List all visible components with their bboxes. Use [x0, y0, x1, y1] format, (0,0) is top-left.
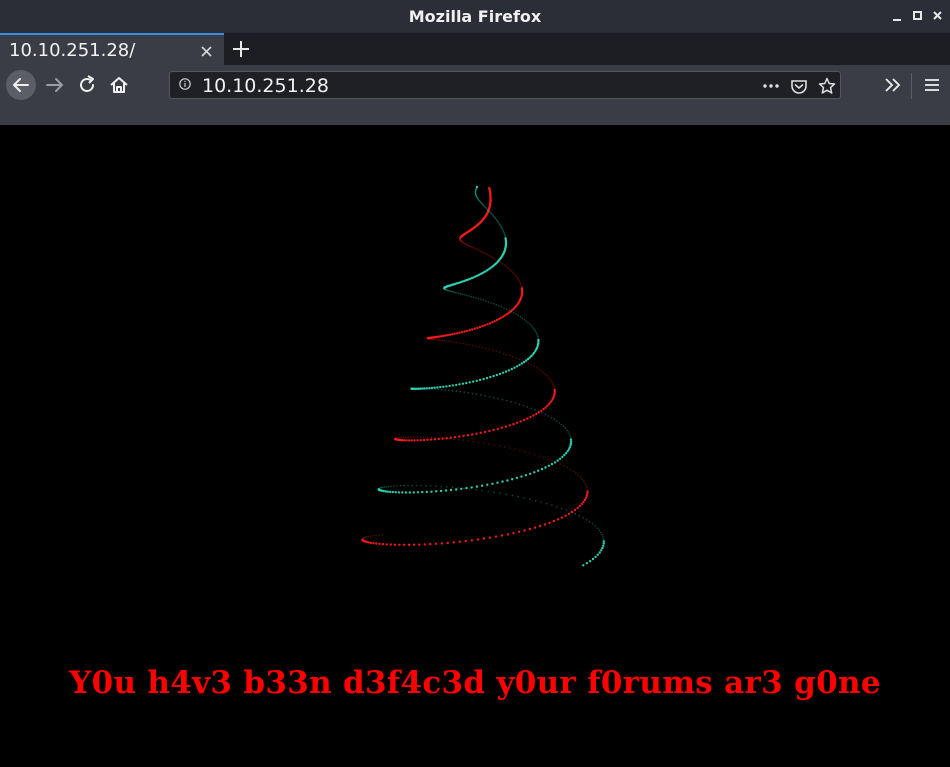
info-icon[interactable] [179, 78, 191, 90]
browser-window: Mozilla Firefox 10.10.251.28/ 10.10.251.… [0, 0, 950, 767]
forward-arrow-icon[interactable] [44, 74, 66, 96]
url-bar[interactable]: 10.10.251.28 [169, 71, 841, 99]
new-tab-icon[interactable] [232, 34, 250, 62]
back-button[interactable] [6, 70, 36, 100]
tab-strip: 10.10.251.28/ [0, 33, 950, 65]
close-window-icon[interactable] [930, 8, 946, 24]
page-actions-icon[interactable] [762, 77, 780, 95]
minimize-icon[interactable] [890, 8, 906, 24]
back-arrow-icon [13, 78, 29, 92]
toolbar-bottom-strip [0, 105, 950, 125]
bookmark-star-icon[interactable] [818, 77, 836, 95]
url-text[interactable]: 10.10.251.28 [202, 75, 329, 97]
tab-close-icon[interactable] [200, 39, 214, 61]
title-bar: Mozilla Firefox [0, 0, 950, 33]
tree-strand-2 [377, 185, 605, 567]
overflow-chevron-icon[interactable] [882, 74, 904, 96]
reload-icon[interactable] [76, 74, 98, 96]
navigation-toolbar: 10.10.251.28 [0, 65, 950, 105]
hamburger-menu-icon[interactable] [921, 74, 943, 96]
window-title: Mozilla Firefox [408, 7, 542, 26]
defacement-message: Y0u h4v3 b33n d3f4c3d y0ur f0rums ar3 g0… [69, 665, 881, 701]
page-content: Y0u h4v3 b33n d3f4c3d y0ur f0rums ar3 g0… [0, 125, 950, 767]
pocket-icon[interactable] [790, 77, 808, 95]
tab-active[interactable]: 10.10.251.28/ [0, 33, 224, 65]
home-icon[interactable] [108, 74, 130, 96]
tab-title: 10.10.251.28/ [9, 40, 136, 61]
toolbar-separator [911, 73, 912, 99]
maximize-icon[interactable] [910, 8, 926, 24]
